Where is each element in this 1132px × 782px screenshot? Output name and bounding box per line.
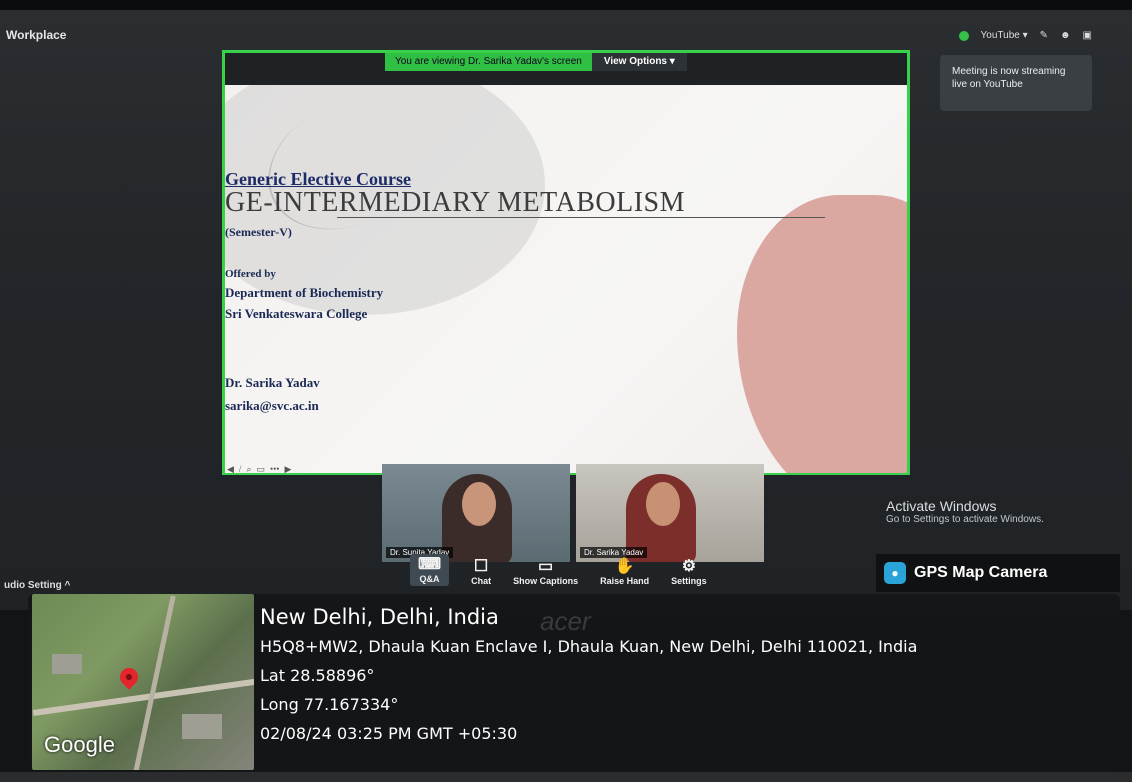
participant-videos: Dr. Sunita Yadav Dr. Sarika Yadav <box>382 464 764 562</box>
app-title: Workplace <box>6 28 67 42</box>
participant-face <box>462 482 496 526</box>
hand-icon: ✋ <box>614 558 635 575</box>
keyboard-edge <box>0 772 1132 782</box>
video-tile[interactable]: Dr. Sarika Yadav <box>576 464 764 562</box>
pencil-icon[interactable]: ✎ <box>1040 30 1048 41</box>
slide-email: sarika@svc.ac.in <box>225 398 319 413</box>
raise-hand-label: Raise Hand <box>600 576 650 586</box>
monitor-screen: Workplace YouTube ▾ ✎ ☻ ▣ Meeting is now… <box>0 10 1132 610</box>
viewing-bar: You are viewing Dr. Sarika Yadav's scree… <box>385 53 755 71</box>
captions-label: Show Captions <box>513 576 579 586</box>
next-slide-icon[interactable]: ▶ <box>284 464 291 473</box>
top-right-controls: YouTube ▾ ✎ ☻ ▣ <box>958 30 1092 41</box>
captions-button[interactable]: ▭ Show Captions <box>513 558 578 586</box>
audio-setting[interactable]: udio Setting ^ <box>4 580 70 591</box>
security-shield-icon <box>958 30 969 41</box>
presentation-slide: Generic Elective Course GE-INTERMEDIARY … <box>225 85 907 473</box>
settings-label: Settings <box>671 576 707 586</box>
qa-button[interactable]: ⌨ Q&A <box>410 554 450 586</box>
slide-presenter: Dr. Sarika Yadav <box>225 375 320 390</box>
gps-datetime: 02/08/24 03:25 PM GMT +05:30 <box>260 724 518 743</box>
activate-subtitle: Go to Settings to activate Windows. <box>886 514 1044 525</box>
viewing-label: You are viewing Dr. Sarika Yadav's scree… <box>385 53 592 71</box>
slide-tools[interactable]: ◀ / ⌕ ▭ ••• ▶ <box>227 464 291 473</box>
map-road <box>32 678 254 716</box>
location-map: Google <box>32 594 254 770</box>
slide-department: Department of Biochemistry <box>225 285 384 300</box>
streaming-notice: Meeting is now streaming live on YouTube <box>940 55 1092 111</box>
youtube-dropdown[interactable]: YouTube ▾ <box>981 30 1028 41</box>
video-tile[interactable]: Dr. Sunita Yadav <box>382 464 570 562</box>
activate-title: Activate Windows <box>886 498 997 514</box>
zoom-icon[interactable]: ⌕ <box>246 464 251 473</box>
gps-latitude: Lat 28.58896° <box>260 666 375 685</box>
gps-address: H5Q8+MW2, Dhaula Kuan Enclave I, Dhaula … <box>260 637 918 656</box>
map-road <box>133 595 176 770</box>
slide-title: GE-INTERMEDIARY METABOLISM <box>225 187 686 218</box>
chat-label: Chat <box>471 576 492 586</box>
map-building <box>182 714 222 739</box>
slide-semester: (Semester-V) <box>225 225 292 239</box>
slide-offered: Offered by <box>225 268 276 280</box>
gps-app-name: GPS Map Camera <box>914 564 1048 581</box>
gear-icon: ⚙ <box>681 558 697 575</box>
gps-city: New Delhi, Delhi, India <box>260 605 499 629</box>
qa-label: Q&A <box>419 574 440 584</box>
chat-button[interactable]: ☐ Chat <box>471 558 491 586</box>
gps-camera-icon: ● <box>884 562 906 584</box>
map-brand: Google <box>44 732 115 757</box>
subtitles-icon[interactable]: ▭ <box>256 464 265 473</box>
slide-college: Sri Venkateswara College <box>225 306 368 321</box>
more-icon[interactable]: ••• <box>270 464 279 473</box>
cc-icon: ▭ <box>538 558 554 575</box>
slide-title-rule <box>337 217 825 218</box>
location-pin-icon <box>116 664 142 690</box>
participants-icon[interactable]: ☻ <box>1060 30 1071 41</box>
qa-icon: ⌨ <box>418 556 442 573</box>
screen-share-panel: You are viewing Dr. Sarika Yadav's scree… <box>222 50 910 475</box>
pen-tool-icon[interactable]: / <box>239 464 242 473</box>
view-options-button[interactable]: View Options ▾ <box>591 53 687 71</box>
gps-camera-badge: ● GPS Map Camera <box>876 554 1120 592</box>
raise-hand-button[interactable]: ✋ Raise Hand <box>600 558 649 586</box>
gps-details: New Delhi, Delhi, India H5Q8+MW2, Dhaula… <box>260 605 917 753</box>
prev-slide-icon[interactable]: ◀ <box>227 464 234 473</box>
chat-icon: ☐ <box>473 558 489 575</box>
settings-button[interactable]: ⚙ Settings <box>671 558 707 586</box>
meeting-toolbar: ⌨ Q&A ☐ Chat ▭ Show Captions ✋ Raise Han… <box>410 554 707 586</box>
map-building <box>52 654 82 674</box>
activate-windows-watermark: Activate Windows Go to Settings to activ… <box>886 498 1044 525</box>
participant-face <box>646 482 680 526</box>
chat-bubble-icon[interactable]: ▣ <box>1083 30 1092 41</box>
gps-longitude: Long 77.167334° <box>260 695 399 714</box>
